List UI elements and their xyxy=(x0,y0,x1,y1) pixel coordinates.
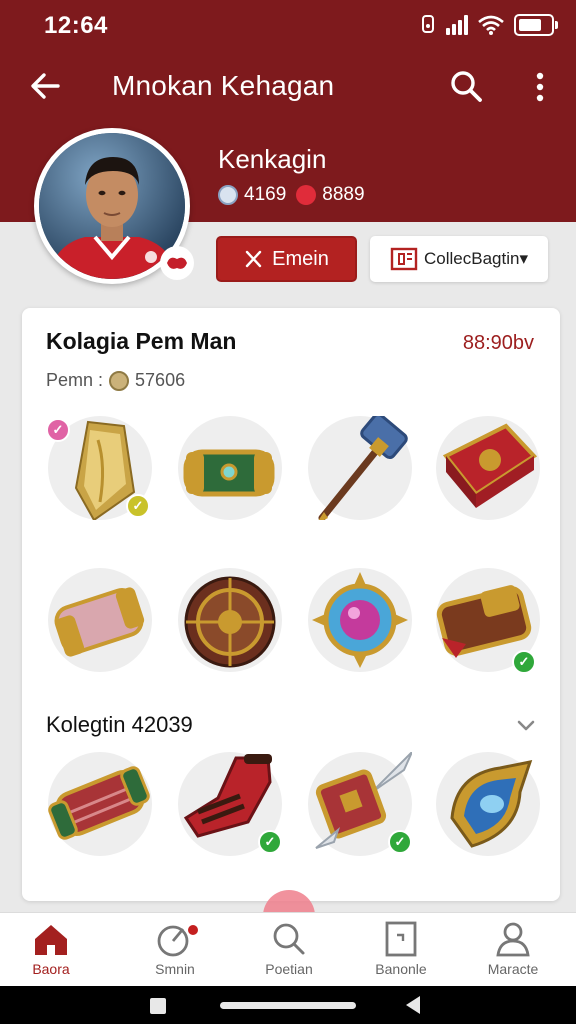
nav-label-activity: Smnin xyxy=(155,961,195,977)
notification-dot xyxy=(186,923,200,937)
nav-item-search[interactable]: Poetian xyxy=(234,921,344,981)
status-time: 12:64 xyxy=(44,12,108,39)
globe-icon xyxy=(218,185,238,205)
home-gesture-bar[interactable] xyxy=(220,1002,356,1009)
item-blue-gem-pauldron[interactable] xyxy=(436,752,540,856)
nav-item-profile[interactable]: Maracte xyxy=(458,921,568,981)
wifi-icon xyxy=(478,15,504,35)
document-icon xyxy=(385,921,417,957)
scissors-icon xyxy=(245,250,262,268)
nav-label-home: Baora xyxy=(32,961,70,977)
verified-badge-icon xyxy=(160,246,194,280)
system-navigation-bar xyxy=(0,986,576,1024)
system-back-icon[interactable] xyxy=(406,996,420,1014)
item-red-scroll-bracer[interactable] xyxy=(48,752,152,856)
home-icon xyxy=(35,925,67,955)
nav-label-profile: Maracte xyxy=(487,961,539,977)
collection-button-label: CollecBagtin▾ xyxy=(424,249,528,268)
item-pink-bracer[interactable] xyxy=(48,568,152,672)
alarm-icon xyxy=(422,15,434,33)
more-options-icon[interactable] xyxy=(524,68,556,108)
item-round-shield[interactable] xyxy=(178,568,282,672)
item-green-bracer[interactable] xyxy=(178,416,282,520)
nav-item-home[interactable]: Baora xyxy=(0,921,106,981)
green-check-badge-icon: ✓ xyxy=(512,650,536,674)
chevron-down-icon[interactable] xyxy=(512,712,540,740)
points-row: Pemn : 57606 xyxy=(46,370,185,391)
coin-icon xyxy=(109,370,130,391)
collection-dropdown-button[interactable]: CollecBagtin▾ xyxy=(370,236,548,282)
stat-b-value: 8889 xyxy=(322,184,365,205)
item-gem-amulet[interactable] xyxy=(308,568,412,672)
recents-icon[interactable] xyxy=(150,998,166,1014)
nav-label-documents: Banonle xyxy=(375,961,427,977)
page-title: Mnokan Kehagan xyxy=(112,70,335,101)
pink-rank-badge-icon: ✓ xyxy=(46,418,70,442)
status-bar: 12:64 xyxy=(0,0,576,52)
nav-item-documents[interactable]: Banonle xyxy=(346,921,456,981)
green-check-badge-icon: ✓ xyxy=(258,830,282,854)
section-title: Kolegtin 42039 xyxy=(46,712,193,737)
item-red-tome[interactable] xyxy=(436,416,540,520)
collection-book-icon xyxy=(390,247,418,271)
follow-button[interactable]: Emein xyxy=(216,236,357,282)
points-label: Pemn : xyxy=(46,370,104,390)
collection-value: 88:90bv xyxy=(462,332,534,354)
points-value: 57606 xyxy=(135,370,186,390)
item-war-hammer[interactable] xyxy=(308,416,412,520)
search-icon xyxy=(273,923,305,955)
yellow-check-badge-icon: ✓ xyxy=(126,494,150,518)
heart-icon xyxy=(296,185,317,205)
profile-icon xyxy=(496,922,530,957)
profile-stats: 4169 8889 xyxy=(218,184,365,206)
back-arrow-icon[interactable] xyxy=(26,66,66,106)
stat-a-value: 4169 xyxy=(244,184,287,205)
nav-label-search: Poetian xyxy=(265,961,313,977)
signal-icon xyxy=(446,15,468,35)
bottom-navigation: Baora Smnin Poetian Banonle Maracte xyxy=(0,912,576,986)
collection-title: Kolagia Pem Man xyxy=(46,328,237,354)
nav-item-activity[interactable]: Smnin xyxy=(120,921,230,981)
status-icons xyxy=(420,14,558,36)
follow-button-label: Emein xyxy=(272,247,329,270)
battery-icon xyxy=(514,14,558,36)
search-icon[interactable] xyxy=(446,66,486,106)
collection-card: Kolagia Pem Man 88:90bv Pemn : 57606 ✓ ✓… xyxy=(22,308,560,901)
profile-name: Kenkagin xyxy=(218,144,327,174)
green-check-badge-icon: ✓ xyxy=(388,830,412,854)
